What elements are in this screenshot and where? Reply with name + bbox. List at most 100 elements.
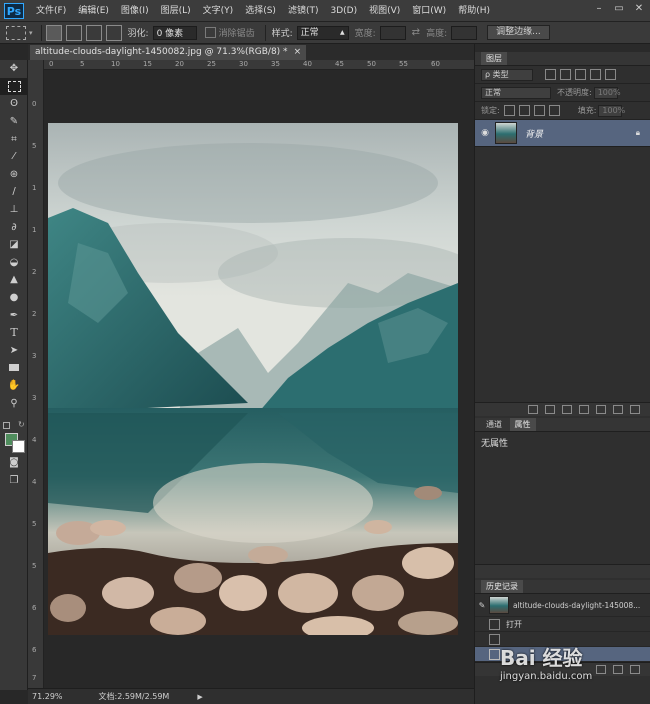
add-selection-icon[interactable]: [65, 24, 82, 41]
lock-pixels-icon[interactable]: [503, 105, 515, 116]
hand-tool-icon[interactable]: ✋: [0, 377, 28, 395]
subtract-selection-icon[interactable]: [85, 24, 102, 41]
lock-all-icon[interactable]: [548, 105, 560, 116]
filter-smart-icon[interactable]: [605, 69, 616, 80]
lake-mountain-image: [48, 123, 458, 635]
spot-heal-tool-icon[interactable]: ⊛: [0, 166, 28, 184]
rock: [414, 486, 442, 500]
quick-select-tool-icon[interactable]: ✎: [0, 113, 28, 131]
marquee-tool-icon[interactable]: [0, 77, 28, 96]
rock: [50, 594, 86, 622]
add-mask-icon[interactable]: [562, 405, 572, 414]
menu-items: 文件(F) 编辑(E) 图像(I) 图层(L) 文字(Y) 选择(S) 滤镜(T…: [30, 0, 496, 22]
fill-input[interactable]: 100%: [598, 104, 625, 117]
default-colors-icon[interactable]: [3, 422, 10, 429]
type-tool-icon[interactable]: T: [0, 324, 28, 342]
dodge-tool-icon[interactable]: ●: [0, 289, 28, 307]
menu-type[interactable]: 文字(Y): [197, 0, 240, 22]
crop-tool-icon[interactable]: ⌗: [0, 130, 28, 148]
zoom-tool-icon[interactable]: ⚲: [0, 394, 28, 412]
layer-row-background[interactable]: ◉ 背景 🔒︎: [475, 120, 650, 147]
filter-shape-icon[interactable]: [590, 69, 601, 80]
blend-mode-select[interactable]: 正常: [481, 86, 551, 99]
brush-tool-icon[interactable]: /: [0, 183, 28, 201]
tab-channels[interactable]: 通道: [481, 418, 507, 431]
path-select-tool-icon[interactable]: ➤: [0, 342, 28, 360]
chevron-down-icon[interactable]: ▾: [29, 29, 33, 37]
shape-tool-icon[interactable]: [0, 359, 28, 377]
layer-thumbnail: [495, 122, 517, 144]
adjustment-layer-icon[interactable]: [579, 405, 589, 414]
lock-icon: 🔒︎: [635, 128, 640, 137]
rock: [248, 546, 288, 564]
lock-move-icon[interactable]: [533, 105, 545, 116]
filter-adjust-icon[interactable]: [560, 69, 571, 80]
delete-state-icon[interactable]: [630, 665, 640, 674]
menu-layer[interactable]: 图层(L): [155, 0, 197, 22]
layers-filter-row: ρ 类型: [475, 66, 650, 84]
intersect-selection-icon[interactable]: [105, 24, 122, 41]
menu-select[interactable]: 选择(S): [239, 0, 282, 22]
layer-name[interactable]: 背景: [525, 127, 543, 140]
fx-icon[interactable]: [545, 405, 555, 414]
filter-type-icon[interactable]: [575, 69, 586, 80]
tab-properties[interactable]: 属性: [509, 418, 536, 431]
close-tab-icon[interactable]: ×: [294, 45, 302, 60]
ruler-label: 15: [143, 60, 152, 68]
document-tab[interactable]: altitude-clouds-daylight-1450082.jpg @ 7…: [30, 45, 307, 60]
background-color-swatch[interactable]: [12, 440, 25, 453]
screen-mode-icon[interactable]: ❐: [0, 471, 28, 489]
opacity-input[interactable]: 100%: [593, 86, 621, 99]
close-button[interactable]: ✕: [632, 2, 646, 16]
zoom-level[interactable]: 71.29%: [32, 692, 63, 701]
move-tool-icon[interactable]: ✥: [0, 60, 28, 78]
menu-filter[interactable]: 滤镜(T): [282, 0, 325, 22]
lake-mountain-photo[interactable]: [48, 123, 458, 635]
menu-file[interactable]: 文件(F): [30, 0, 72, 22]
swap-colors-icon[interactable]: ↻: [18, 420, 25, 429]
paint-bucket-tool-icon[interactable]: ◒: [0, 254, 28, 272]
rock: [402, 547, 454, 579]
refine-edge-button[interactable]: 调整边缘...: [487, 25, 550, 40]
pen-tool-icon[interactable]: ✒: [0, 306, 28, 324]
restore-button[interactable]: ▭: [612, 2, 626, 16]
link-layers-icon[interactable]: [528, 405, 538, 414]
blur-tool-icon[interactable]: ▲: [0, 271, 28, 289]
menu-help[interactable]: 帮助(H): [452, 0, 496, 22]
menu-edit[interactable]: 编辑(E): [72, 0, 115, 22]
filter-pixel-icon[interactable]: [545, 69, 556, 80]
eraser-tool-icon[interactable]: ◪: [0, 236, 28, 254]
new-selection-icon[interactable]: [45, 24, 62, 41]
watermark-url: jingyan.baidu.com: [500, 671, 593, 682]
new-group-icon[interactable]: [596, 405, 606, 414]
document-canvas[interactable]: [44, 71, 474, 688]
delete-layer-icon[interactable]: [630, 405, 640, 414]
menu-image[interactable]: 图像(I): [115, 0, 155, 22]
lock-paint-icon[interactable]: [518, 105, 530, 116]
tab-history[interactable]: 历史记录: [481, 580, 523, 593]
layer-filter-select[interactable]: ρ 类型: [481, 68, 533, 81]
status-menu-arrow-icon[interactable]: ▶: [197, 693, 202, 701]
history-brush-tool-icon[interactable]: ∂: [0, 218, 28, 236]
watermark-logo: Bai 经验: [500, 646, 583, 670]
minimize-button[interactable]: –: [592, 2, 606, 16]
tab-layers[interactable]: 图层: [481, 52, 507, 65]
history-item[interactable]: 打开: [475, 617, 650, 632]
stamp-tool-icon[interactable]: ⊥: [0, 201, 28, 219]
antialias-checkbox[interactable]: [204, 27, 216, 38]
feather-input[interactable]: 0 像素: [152, 25, 197, 40]
eyedropper-tool-icon[interactable]: ⁄: [0, 148, 28, 166]
style-select[interactable]: 正常 ▲: [296, 25, 349, 40]
menu-view[interactable]: 视图(V): [363, 0, 406, 22]
lasso-tool-icon[interactable]: ʘ: [0, 95, 28, 113]
menu-3d[interactable]: 3D(D): [324, 0, 363, 22]
swap-icon[interactable]: ⇄: [412, 27, 420, 38]
menu-window[interactable]: 窗口(W): [406, 0, 452, 22]
height-input[interactable]: [451, 25, 478, 40]
marquee-preset-icon[interactable]: [6, 25, 26, 40]
quick-mask-icon[interactable]: ◙: [0, 454, 28, 472]
eye-icon[interactable]: ◉: [475, 128, 495, 138]
new-layer-icon[interactable]: [613, 405, 623, 414]
history-snapshot-row[interactable]: ✎ altitude-clouds-daylight-145008...: [475, 594, 650, 617]
width-input[interactable]: [379, 25, 406, 40]
